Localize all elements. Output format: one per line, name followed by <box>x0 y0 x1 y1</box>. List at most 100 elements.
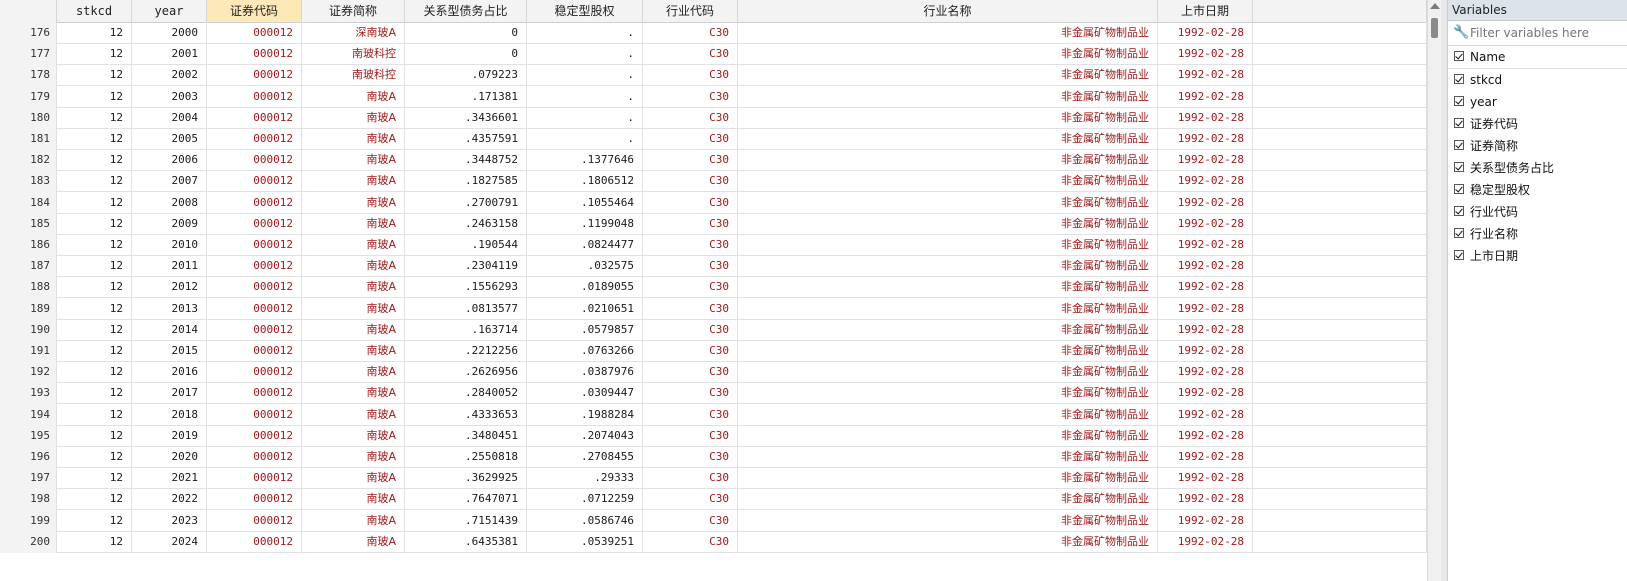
table-row[interactable]: 189 12 2013 000012 南玻A .0813577.0210651 C30 非金属… <box>0 297 1427 320</box>
cell-debt[interactable]: .2550818 <box>405 446 527 468</box>
cell-code[interactable]: 000012 <box>207 318 302 341</box>
cell-indname[interactable]: 非金属矿物制品业 <box>738 43 1158 66</box>
column-header-listdate[interactable]: 上市日期 <box>1158 0 1253 22</box>
cell-indcode[interactable]: C30 <box>643 382 738 405</box>
cell-code[interactable]: 000012 <box>207 64 302 87</box>
cell-indcode[interactable]: C30 <box>643 361 738 384</box>
cell-debt[interactable]: .2626956 <box>405 361 527 384</box>
cell-code[interactable]: 000012 <box>207 234 302 256</box>
cell-code[interactable]: 000012 <box>207 488 302 511</box>
cell-code[interactable]: 000012 <box>207 22 302 44</box>
cell-indname[interactable]: 非金属矿物制品业 <box>738 382 1158 405</box>
cell-indname[interactable]: 非金属矿物制品业 <box>738 106 1158 129</box>
cell-indname[interactable]: 非金属矿物制品业 <box>738 297 1158 320</box>
cell-indcode[interactable]: C30 <box>643 509 738 532</box>
cell-equity[interactable]: . <box>527 106 643 129</box>
row-number[interactable]: 199 <box>0 509 57 532</box>
cell-abbr[interactable]: 南玻科控 <box>302 64 405 87</box>
cell-indname[interactable]: 非金属矿物制品业 <box>738 22 1158 44</box>
cell-equity[interactable]: .0824477 <box>527 234 643 256</box>
cell-indcode[interactable]: C30 <box>643 403 738 426</box>
table-row[interactable]: 192 12 2016 000012 南玻A .2626956.0387976 C30 非金属… <box>0 361 1427 384</box>
cell-equity[interactable]: .0387976 <box>527 361 643 384</box>
table-row[interactable]: 197 12 2021 000012 南玻A .3629925.29333 C30 非金属矿物… <box>0 467 1427 490</box>
variable-item[interactable]: 关系型债务占比 <box>1448 157 1627 179</box>
cell-extra[interactable] <box>1253 255 1427 278</box>
cell-indname[interactable]: 非金属矿物制品业 <box>738 340 1158 362</box>
row-number[interactable]: 181 <box>0 128 57 150</box>
cell-abbr[interactable]: 南玻A <box>302 509 405 532</box>
cell-extra[interactable] <box>1253 403 1427 426</box>
checkbox-checked-icon[interactable] <box>1454 118 1464 128</box>
cell-debt[interactable]: .4333653 <box>405 403 527 426</box>
table-row[interactable]: 187 12 2011 000012 南玻A .2304119.032575 C30 非金属矿… <box>0 255 1427 278</box>
cell-listdate[interactable]: 1992-02-28 <box>1158 276 1253 299</box>
cell-debt[interactable]: .190544 <box>405 234 527 256</box>
table-row[interactable]: 181 12 2005 000012 南玻A .4357591. C30 非金属矿物制品业 19… <box>0 128 1427 150</box>
cell-extra[interactable] <box>1253 234 1427 256</box>
cell-abbr[interactable]: 南玻A <box>302 297 405 320</box>
cell-stkcd[interactable]: 12 <box>57 170 132 193</box>
cell-year[interactable]: 2000 <box>132 22 207 44</box>
cell-listdate[interactable]: 1992-02-28 <box>1158 212 1253 235</box>
cell-indcode[interactable]: C30 <box>643 128 738 150</box>
cell-equity[interactable]: . <box>527 43 643 66</box>
cell-indname[interactable]: 非金属矿物制品业 <box>738 191 1158 214</box>
cell-stkcd[interactable]: 12 <box>57 255 132 278</box>
cell-abbr[interactable]: 南玻A <box>302 106 405 129</box>
cell-equity[interactable]: .0309447 <box>527 382 643 405</box>
cell-extra[interactable] <box>1253 64 1427 87</box>
cell-year[interactable]: 2004 <box>132 106 207 129</box>
table-row[interactable]: 182 12 2006 000012 南玻A .3448752.1377646 C30 非金属… <box>0 149 1427 172</box>
cell-stkcd[interactable]: 12 <box>57 276 132 299</box>
cell-extra[interactable] <box>1253 340 1427 362</box>
cell-year[interactable]: 2007 <box>132 170 207 193</box>
cell-year[interactable]: 2020 <box>132 446 207 468</box>
cell-code[interactable]: 000012 <box>207 297 302 320</box>
cell-extra[interactable] <box>1253 361 1427 384</box>
cell-indname[interactable]: 非金属矿物制品业 <box>738 170 1158 193</box>
column-header-abbr[interactable]: 证券简称 <box>302 0 405 22</box>
table-row[interactable]: 184 12 2008 000012 南玻A .2700791.1055464 C30 非金属… <box>0 191 1427 214</box>
cell-debt[interactable]: .0813577 <box>405 297 527 320</box>
row-number[interactable]: 194 <box>0 403 57 426</box>
cell-year[interactable]: 2019 <box>132 424 207 447</box>
cell-extra[interactable] <box>1253 128 1427 150</box>
cell-extra[interactable] <box>1253 22 1427 44</box>
cell-listdate[interactable]: 1992-02-28 <box>1158 340 1253 362</box>
cell-extra[interactable] <box>1253 318 1427 341</box>
table-row[interactable]: 188 12 2012 000012 南玻A .1556293.0189055 C30 非金属… <box>0 276 1427 299</box>
checkbox-checked-icon[interactable] <box>1454 140 1464 150</box>
table-row[interactable]: 177 12 2001 000012 南玻科控 0. C30 非金属矿物制品业 1992-02-… <box>0 43 1427 66</box>
cell-stkcd[interactable]: 12 <box>57 297 132 320</box>
row-number[interactable]: 200 <box>0 530 57 553</box>
row-number[interactable]: 186 <box>0 234 57 256</box>
cell-equity[interactable]: .2708455 <box>527 446 643 468</box>
cell-indcode[interactable]: C30 <box>643 340 738 362</box>
cell-extra[interactable] <box>1253 509 1427 532</box>
cell-stkcd[interactable]: 12 <box>57 191 132 214</box>
table-row[interactable]: 176 12 2000 000012 深南玻A 0. C30 非金属矿物制品业 1992-02-… <box>0 22 1427 44</box>
cell-debt[interactable]: .4357591 <box>405 128 527 150</box>
cell-year[interactable]: 2013 <box>132 297 207 320</box>
cell-extra[interactable] <box>1253 530 1427 553</box>
cell-year[interactable]: 2024 <box>132 530 207 553</box>
cell-code[interactable]: 000012 <box>207 85 302 108</box>
cell-listdate[interactable]: 1992-02-28 <box>1158 424 1253 447</box>
cell-stkcd[interactable]: 12 <box>57 467 132 490</box>
cell-indname[interactable]: 非金属矿物制品业 <box>738 234 1158 256</box>
cell-abbr[interactable]: 南玻A <box>302 530 405 553</box>
row-number[interactable]: 179 <box>0 85 57 108</box>
cell-abbr[interactable]: 南玻A <box>302 382 405 405</box>
variables-name-header[interactable]: Name <box>1448 46 1627 69</box>
cell-debt[interactable]: .2304119 <box>405 255 527 278</box>
cell-indcode[interactable]: C30 <box>643 191 738 214</box>
cell-indcode[interactable]: C30 <box>643 297 738 320</box>
cell-stkcd[interactable]: 12 <box>57 22 132 44</box>
cell-debt[interactable]: .2840052 <box>405 382 527 405</box>
cell-indname[interactable]: 非金属矿物制品业 <box>738 530 1158 553</box>
cell-indcode[interactable]: C30 <box>643 234 738 256</box>
cell-equity[interactable]: .1377646 <box>527 149 643 172</box>
cell-listdate[interactable]: 1992-02-28 <box>1158 191 1253 214</box>
row-number[interactable]: 183 <box>0 170 57 193</box>
